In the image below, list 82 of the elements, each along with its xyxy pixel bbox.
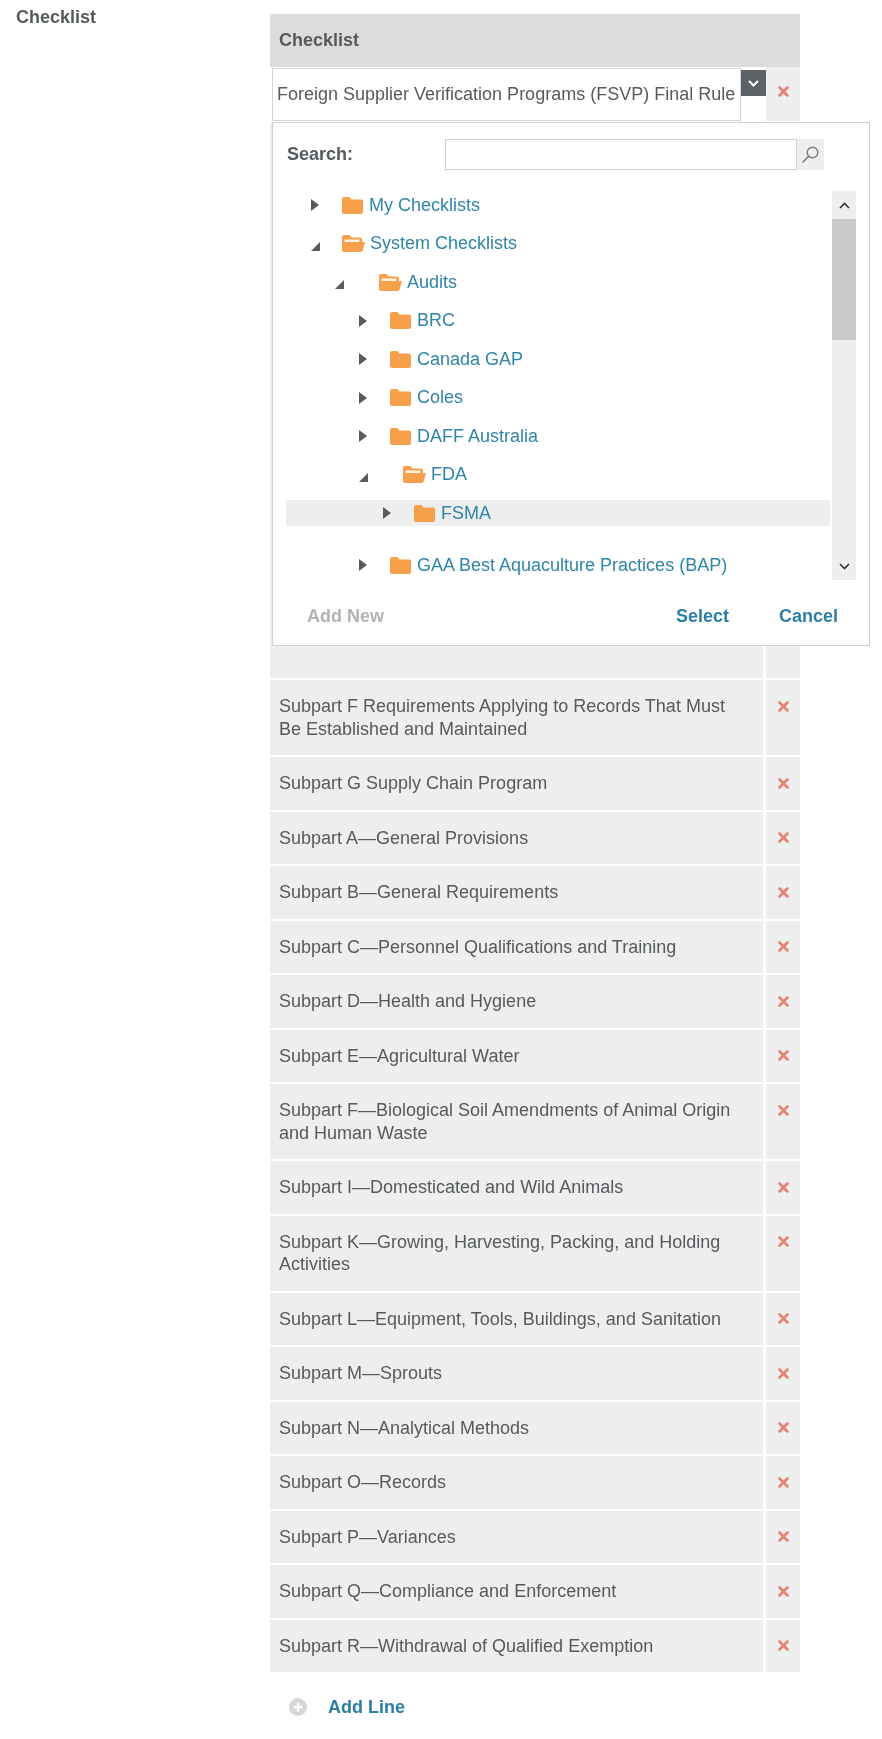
tree-item[interactable]: Coles [286,384,830,411]
caret-right-icon[interactable] [383,507,391,519]
tree-item[interactable]: FSMA [286,500,830,526]
checklist-item-text: Subpart P—Variances [279,1526,456,1547]
cross-icon [777,995,789,1007]
folder-icon [390,350,411,368]
checklist-item-text: Subpart N—Analytical Methods [279,1417,530,1438]
tree-item[interactable]: My Checklists [286,192,830,218]
tree-item[interactable]: DAFF Australia [286,423,830,449]
plus-circle-icon [289,1698,307,1716]
checklist-item-text: Subpart F Requirements Applying to Records That Must Be Established and Maintained [279,696,725,739]
chevron-up-icon[interactable] [838,201,850,209]
search-icon [802,146,819,163]
column-header: Checklist [270,14,800,67]
scrollbar-thumb[interactable] [832,219,856,340]
tree-item[interactable]: GAA Best Aquaculture Practices (BAP) [286,552,830,578]
tree-item[interactable]: Audits [286,269,830,295]
search-label: Search: [287,143,355,166]
folder-icon [390,389,411,406]
folder-icon [414,504,435,522]
chevron-down-icon[interactable] [838,562,850,570]
cross-icon [777,1476,789,1488]
caret-down-icon[interactable] [335,280,344,289]
cross-icon [777,1181,789,1193]
scrollbar[interactable] [832,191,856,580]
checklist-item-text: Subpart D—Health and Hygiene [279,991,537,1011]
cross-icon [777,1367,789,1379]
checklist-item-text: Subpart B—General Requirements [279,882,559,902]
cross-icon [777,1640,789,1651]
cross-icon [777,1236,789,1247]
dropdown-button[interactable] [741,70,766,96]
checklist-item-text: Subpart F—Biological Soil Amendments of Animal Origin and Human Waste [279,1100,731,1143]
tree-item[interactable]: BRC [286,307,830,334]
chevron-down-icon [748,79,759,87]
checklist-item-text: Subpart E—Agricultural Water [279,1045,520,1066]
field-label: Checklist [16,7,97,27]
add-line-button[interactable]: Add Line [289,1694,405,1720]
cross-icon [777,941,789,952]
checklist-item-text: Subpart C—Personnel Qualifications and Training [279,936,677,957]
checklist-item-text: Subpart R—Withdrawal of Qualified Exemption [279,1635,654,1656]
checklist-item-text: Subpart Q—Compliance and Enforcement [279,1581,617,1601]
folder-icon [390,312,411,329]
open-folder-icon [342,235,365,252]
tree-item[interactable]: FDA [286,461,830,488]
checklist-item-text: Subpart O—Records [279,1472,447,1492]
dialog-button[interactable]: Select [675,602,729,630]
folder-icon [342,196,363,214]
tree-item[interactable]: Canada GAP [286,346,830,372]
checklist-item-text: Subpart I—Domesticated and Wild Animals [279,1177,624,1197]
folder-icon [390,427,411,445]
checklist-item-text: Subpart G Supply Chain Program [279,773,548,793]
tree-item[interactable]: System Checklists [286,230,830,257]
cross-icon [777,832,789,843]
open-folder-icon [403,466,426,483]
caret-right-icon[interactable] [359,559,367,571]
caret-right-icon[interactable] [359,314,367,327]
cross-icon [777,1585,789,1597]
open-folder-icon [379,273,402,291]
caret-right-icon[interactable] [359,430,367,442]
folder-icon [390,556,411,574]
cross-icon [777,700,789,712]
checklist-item-text: Subpart K—Growing, Harvesting, Packing, and Holding Activities [279,1231,721,1274]
cross-icon [777,1531,789,1542]
checklist-item-text: Subpart M—Sprouts [279,1363,443,1383]
cross-icon [777,1313,789,1324]
search-button[interactable] [797,139,824,170]
checklist-item-text: Subpart L—Equipment, Tools, Buildings, and Sanitation [279,1308,721,1329]
caret-down-icon[interactable] [359,472,368,482]
checklist-select[interactable]: Foreign Supplier Verification Programs (FSVP) Final Rule [272,68,741,121]
dialog-button[interactable]: Cancel [778,602,838,630]
caret-right-icon[interactable] [359,391,367,404]
cross-icon [777,886,789,898]
caret-right-icon[interactable] [359,353,367,365]
search-field[interactable] [445,139,797,170]
caret-down-icon[interactable] [311,241,320,251]
cross-icon [777,777,789,789]
cross-icon [777,85,789,97]
caret-right-icon[interactable] [311,199,319,211]
cross-icon [777,1422,789,1433]
cross-icon [777,1050,789,1061]
cross-icon [777,1104,789,1116]
checklist-item-text: Subpart A—General Provisions [279,827,529,848]
